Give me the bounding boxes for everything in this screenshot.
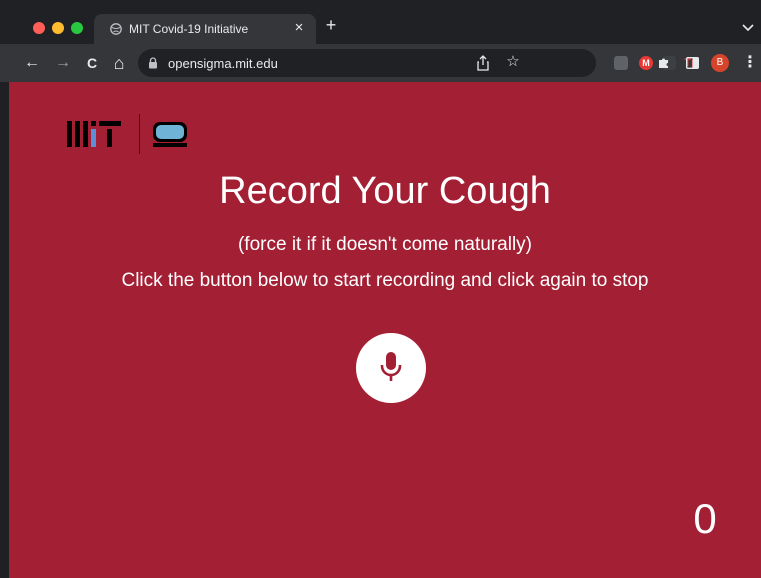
- side-panel-icon[interactable]: [686, 57, 699, 69]
- address-bar[interactable]: opensigma.mit.edu ☆: [138, 49, 596, 77]
- url-text[interactable]: opensigma.mit.edu: [168, 56, 278, 71]
- minimize-window-button[interactable]: [52, 22, 64, 34]
- record-button[interactable]: [356, 333, 426, 403]
- chevron-down-icon[interactable]: [741, 23, 755, 33]
- tab-title: MIT Covid-19 Initiative: [129, 22, 249, 36]
- globe-icon: [110, 23, 122, 35]
- browser-toolbar: ← → C ⌂ opensigma.mit.edu ☆ M Tp B ⋮: [0, 44, 761, 82]
- forward-button[interactable]: →: [53, 53, 73, 73]
- logo-divider: [139, 114, 140, 154]
- page-title: Record Your Cough: [219, 170, 551, 212]
- page-content: Record Your Cough (force it if it doesn'…: [9, 82, 761, 578]
- tab-close-icon[interactable]: ×: [291, 19, 307, 37]
- zoom-window-button[interactable]: [71, 22, 83, 34]
- instruction-text: Click the button below to start recordin…: [121, 270, 649, 291]
- extension-icon[interactable]: [614, 56, 628, 70]
- browser-menu-icon[interactable]: ⋮: [742, 53, 758, 73]
- subheading: (force it if it doesn't come naturally): [237, 234, 533, 255]
- share-icon[interactable]: [476, 55, 490, 71]
- back-button[interactable]: ←: [22, 53, 42, 73]
- close-window-button[interactable]: [33, 22, 45, 34]
- profile-avatar[interactable]: B: [711, 54, 729, 72]
- mit-logo: [67, 121, 121, 147]
- puzzle-extensions-icon[interactable]: [657, 56, 671, 70]
- tab-active[interactable]: MIT Covid-19 Initiative ×: [94, 14, 316, 44]
- lab-logo: [153, 122, 187, 147]
- microphone-icon: [380, 352, 402, 381]
- bookmark-star-icon[interactable]: ☆: [504, 52, 522, 72]
- tab-strip: MIT Covid-19 Initiative × +: [0, 0, 761, 44]
- reload-button[interactable]: C: [82, 53, 102, 73]
- extension-m-icon[interactable]: M: [639, 56, 653, 70]
- recording-counter: 0: [693, 495, 717, 542]
- new-tab-button[interactable]: +: [323, 15, 339, 35]
- lock-icon: [149, 57, 157, 69]
- home-button[interactable]: ⌂: [109, 53, 129, 73]
